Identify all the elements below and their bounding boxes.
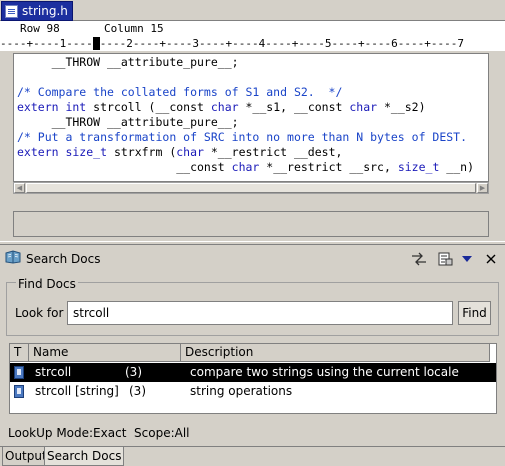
result-section: (3) bbox=[129, 384, 146, 398]
tab-search-docs[interactable]: Search Docs bbox=[44, 447, 125, 466]
editor-side-gutter bbox=[489, 53, 505, 239]
code-line: /* Put a transformation of SRC into no m… bbox=[17, 130, 468, 144]
bottom-tab-bar: Output Search Docs bbox=[0, 446, 505, 466]
table-row[interactable]: strcoll (3) compare two strings using th… bbox=[10, 363, 496, 382]
lookup-status: LookUp Mode:Exact Scope:All bbox=[8, 426, 190, 440]
column-indicator: Column 15 bbox=[104, 22, 164, 35]
file-tab-label: string.h bbox=[22, 4, 68, 18]
look-for-label: Look for bbox=[15, 306, 64, 320]
sync-icon[interactable] bbox=[410, 250, 428, 268]
editor-tab-bar: string.h bbox=[0, 0, 505, 21]
find-docs-legend: Find Docs bbox=[16, 277, 78, 291]
find-button[interactable]: Find bbox=[458, 301, 491, 325]
row-indicator: Row 98 bbox=[20, 22, 60, 35]
scroll-right-button[interactable]: ▶ bbox=[477, 183, 488, 193]
table-row[interactable]: strcoll [string] (3) string operations bbox=[10, 382, 496, 401]
result-description: string operations bbox=[190, 384, 293, 398]
code-editor[interactable]: __THROW __attribute_pure__; /* Compare th… bbox=[13, 53, 489, 182]
properties-icon[interactable] bbox=[436, 250, 454, 268]
ruler-start: ----+----1---- bbox=[0, 37, 93, 50]
document-icon bbox=[14, 385, 24, 398]
ruler-cursor-marker bbox=[92, 37, 100, 50]
column-header-name[interactable]: Name bbox=[29, 344, 181, 362]
column-ruler: ----+----1---- ----2----+----3----+----4-… bbox=[0, 37, 505, 51]
column-header-description[interactable]: Description bbox=[181, 344, 490, 362]
code-line: extern int strcoll (__const char *__s1, … bbox=[17, 100, 426, 114]
tab-output[interactable]: Output bbox=[2, 447, 50, 466]
code-line: /* Compare the collated forms of S1 and … bbox=[17, 85, 343, 99]
file-tab[interactable]: string.h bbox=[1, 1, 73, 21]
result-name: strcoll [string] bbox=[35, 384, 119, 398]
editor-message-bar bbox=[13, 211, 489, 237]
column-header-type[interactable]: T bbox=[10, 344, 29, 362]
book-icon bbox=[5, 250, 21, 264]
cursor-position-bar: Row 98 Column 15 bbox=[0, 21, 505, 37]
file-icon bbox=[5, 4, 18, 18]
code-line: __const char *__restrict __src, size_t _… bbox=[17, 160, 474, 174]
code-line: extern size_t strxfrm (char *__restrict … bbox=[17, 145, 343, 159]
ruler-end: ----2----+----3----+----4----+----5----+… bbox=[99, 37, 464, 50]
scroll-left-button[interactable]: ◀ bbox=[14, 183, 25, 193]
horizontal-scrollbar[interactable]: ◀ ▶ bbox=[13, 182, 489, 194]
panel-title: Search Docs bbox=[26, 252, 101, 266]
result-section: (3) bbox=[125, 365, 142, 379]
document-icon bbox=[14, 366, 24, 379]
code-line: __THROW __attribute_pure__; bbox=[17, 55, 239, 69]
code-line: __THROW __attribute_pure__; bbox=[17, 115, 239, 129]
dropdown-icon[interactable] bbox=[458, 250, 476, 268]
search-input[interactable] bbox=[67, 301, 453, 325]
scrollbar-thumb[interactable] bbox=[26, 183, 476, 193]
result-description: compare two strings using the current lo… bbox=[190, 365, 459, 379]
results-table: T Name Description strcoll (3) compare t… bbox=[9, 343, 497, 414]
result-name: strcoll bbox=[35, 365, 72, 379]
close-icon[interactable] bbox=[482, 250, 500, 268]
